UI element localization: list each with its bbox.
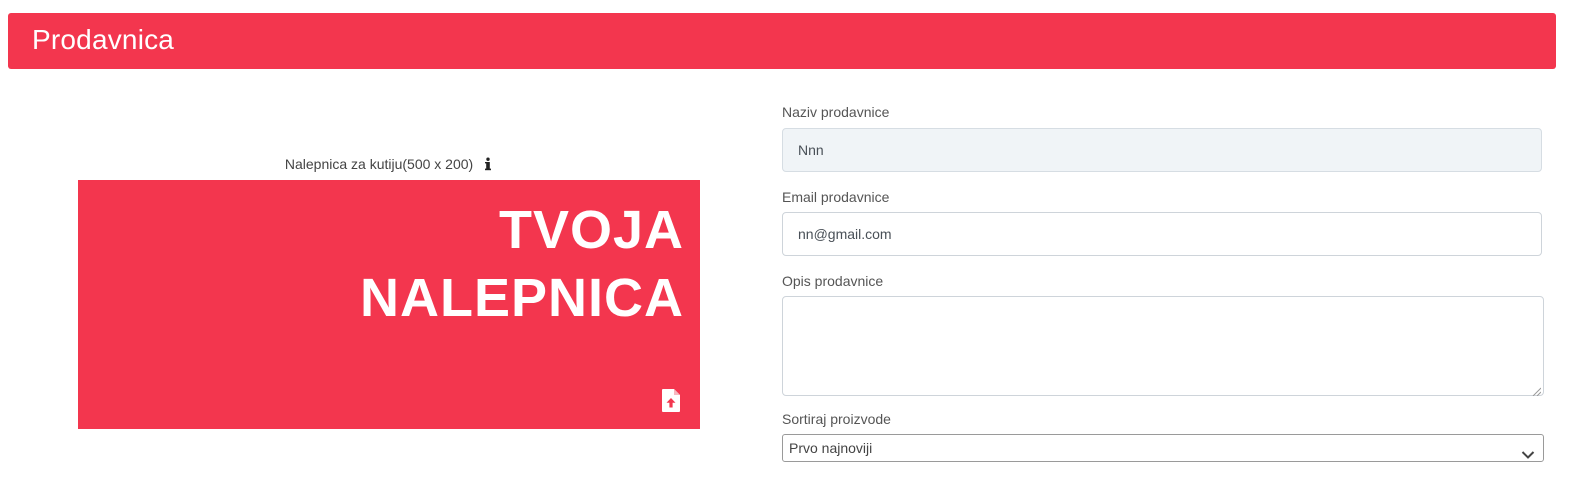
sort-products-select[interactable]: Prvo najnoviji bbox=[782, 434, 1544, 462]
page-header: Prodavnica bbox=[8, 13, 1556, 69]
sticker-label: Nalepnica za kutiju(500 x 200) bbox=[284, 156, 474, 172]
sort-products-selected: Prvo najnoviji bbox=[789, 440, 873, 456]
store-description-label: Opis prodavnice bbox=[782, 273, 884, 289]
sticker-placeholder-text: TVOJA NALEPNICA bbox=[360, 196, 684, 332]
file-upload-icon[interactable] bbox=[662, 389, 680, 412]
info-icon[interactable] bbox=[483, 157, 493, 171]
store-description-textarea[interactable] bbox=[782, 296, 1544, 397]
chevron-down-icon bbox=[1521, 442, 1535, 459]
sticker-label-row: Nalepnica za kutiju(500 x 200) bbox=[78, 156, 700, 172]
sticker-line-2: NALEPNICA bbox=[359, 268, 684, 328]
sticker-line-1: TVOJA bbox=[498, 200, 684, 260]
resize-grip-icon[interactable] bbox=[1531, 383, 1542, 397]
sort-products-label: Sortiraj proizvode bbox=[782, 411, 891, 427]
store-name-label: Naziv prodavnice bbox=[782, 104, 890, 120]
page-title: Prodavnica bbox=[32, 24, 175, 55]
sticker-preview: TVOJA NALEPNICA bbox=[78, 180, 700, 429]
store-email-field[interactable]: nn@gmail.com bbox=[782, 212, 1542, 256]
store-name-field[interactable]: Nnn bbox=[782, 128, 1542, 172]
store-email-label: Email prodavnice bbox=[782, 189, 890, 205]
